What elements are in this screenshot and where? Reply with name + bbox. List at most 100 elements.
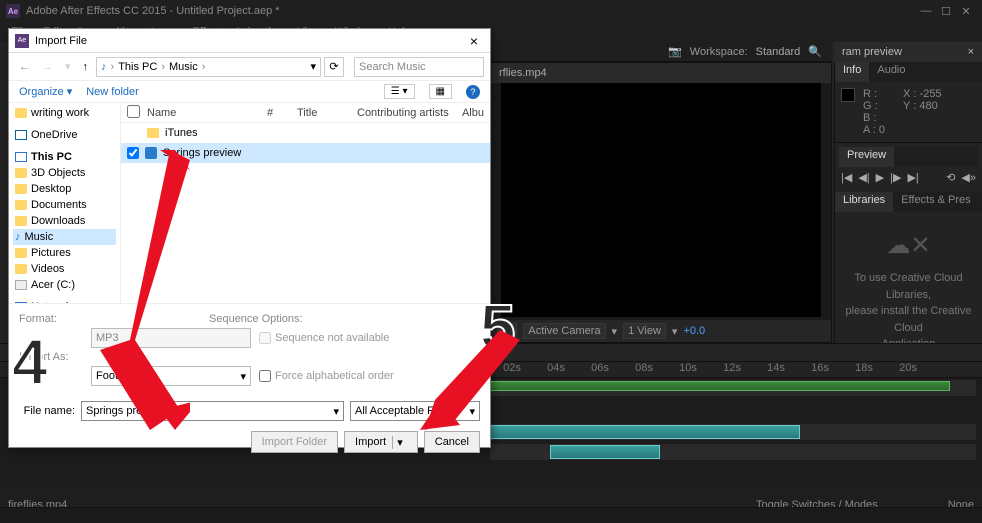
sidebar-item-desktop[interactable]: Desktop	[13, 181, 116, 197]
help-button[interactable]: ?	[466, 85, 480, 99]
import-folder-button[interactable]: Import Folder	[251, 431, 338, 453]
workspace-value[interactable]: Standard	[756, 46, 801, 58]
dialog-nav: ← → ▾ ↑ ♪ › This PC › Music › ▾ ⟳ Search…	[9, 53, 490, 81]
audio-icon	[145, 147, 157, 159]
sidebar-item-videos[interactable]: Videos	[13, 261, 116, 277]
sidebar-item-downloads[interactable]: Downloads	[13, 213, 116, 229]
ram-preview-tab[interactable]: ram preview ×	[834, 42, 982, 62]
forward-button[interactable]: →	[38, 61, 57, 73]
filename-row: File name: Springs preview▾ All Acceptab…	[9, 395, 490, 427]
cache-bar	[490, 381, 950, 391]
time-mark: 06s	[578, 362, 622, 377]
time-mark: 10s	[666, 362, 710, 377]
minimize-button[interactable]: —	[916, 5, 936, 17]
select-all-checkbox[interactable]	[127, 105, 140, 118]
back-button[interactable]: ←	[15, 61, 34, 73]
mute-button[interactable]: ◀»	[961, 171, 976, 184]
col-title[interactable]: Title	[291, 107, 351, 119]
view-mode-button[interactable]: ☰ ▾	[384, 84, 415, 99]
lib-msg-1: To use Creative Cloud Libraries,	[843, 270, 974, 303]
workspace-search-icon[interactable]: 🔍	[808, 45, 822, 58]
col-album[interactable]: Albu	[456, 107, 490, 119]
filename-input[interactable]: Springs preview▾	[81, 401, 344, 421]
list-item[interactable]: Springs preview	[121, 143, 490, 163]
cancel-button[interactable]: Cancel	[424, 431, 480, 453]
breadcrumb[interactable]: ♪ › This PC › Music › ▾	[96, 57, 321, 77]
sidebar-item-music[interactable]: ♪Music	[13, 229, 116, 245]
color-swatch	[841, 88, 855, 102]
maximize-button[interactable]: ☐	[936, 5, 956, 18]
time-mark: 08s	[622, 362, 666, 377]
folder-icon	[15, 200, 27, 210]
importas-dropdown[interactable]: Footage▾	[91, 366, 251, 386]
sidebar-item-documents[interactable]: Documents	[13, 197, 116, 213]
onedrive-icon	[15, 130, 27, 140]
ae-icon: Ae	[15, 34, 29, 48]
view-layout-dropdown[interactable]: 1 View	[623, 323, 666, 339]
loop-button[interactable]: ⟲	[946, 171, 955, 184]
snapshot-icon[interactable]: 📷	[668, 45, 682, 58]
ram-preview-close[interactable]: ×	[968, 46, 974, 58]
item-name: Springs preview	[163, 147, 241, 159]
tab-audio[interactable]: Audio	[869, 62, 913, 82]
crumb-pc[interactable]: This PC	[118, 61, 157, 73]
filetype-dropdown[interactable]: All Acceptable File▾	[350, 401, 480, 421]
tab-info[interactable]: Info	[835, 62, 869, 82]
item-checkbox[interactable]	[127, 147, 139, 159]
comp-tab[interactable]: rflies.mp4	[491, 63, 831, 83]
right-panel: Info Audio R : G : B : A : 0 X : -255 Y …	[834, 62, 982, 343]
sidebar-item-3d[interactable]: 3D Objects	[13, 165, 116, 181]
up-button[interactable]: ↑	[79, 61, 93, 73]
layer-bar[interactable]	[490, 425, 800, 439]
drive-icon	[15, 280, 27, 290]
recent-dropdown[interactable]: ▾	[61, 60, 75, 73]
preview-pane-button[interactable]: ▦	[429, 84, 452, 99]
tab-effects[interactable]: Effects & Pres	[893, 192, 979, 212]
sidebar-item-acer[interactable]: Acer (C:)	[13, 277, 116, 293]
first-frame-button[interactable]: |◀	[841, 171, 852, 184]
dialog-close-button[interactable]: ×	[464, 33, 484, 49]
force-alpha-checkbox[interactable]: Force alphabetical order	[259, 370, 394, 382]
sidebar-item-network[interactable]: Network	[13, 299, 116, 303]
cloud-sync-icon: ☁✕	[843, 228, 974, 264]
file-list: Name # Title Contributing artists Albu i…	[121, 103, 490, 303]
new-folder-button[interactable]: New folder	[86, 86, 139, 98]
viewer[interactable]	[501, 83, 821, 317]
close-button[interactable]: ✕	[956, 5, 976, 18]
chevron-down-icon[interactable]: ▾	[310, 60, 316, 73]
col-artists[interactable]: Contributing artists	[351, 107, 456, 119]
time-mark: 18s	[842, 362, 886, 377]
import-dropdown-icon[interactable]: ▾	[392, 436, 407, 449]
time-mark: 04s	[534, 362, 578, 377]
refresh-button[interactable]: ⟳	[324, 57, 344, 77]
search-input[interactable]: Search Music	[354, 57, 484, 77]
libraries-tabs: Libraries Effects & Pres	[835, 192, 982, 212]
crumb-music[interactable]: Music	[169, 61, 198, 73]
col-num[interactable]: #	[261, 107, 291, 119]
format-label: Format:	[19, 313, 83, 325]
seq-na-checkbox: Sequence not available	[259, 332, 389, 344]
organize-menu[interactable]: Organize ▾	[19, 85, 72, 98]
sidebar-item-pictures[interactable]: Pictures	[13, 245, 116, 261]
next-frame-button[interactable]: |▶	[890, 171, 901, 184]
tab-libraries[interactable]: Libraries	[835, 192, 893, 212]
zoom-value[interactable]: +0.0	[683, 325, 705, 337]
import-file-dialog: Ae Import File × ← → ▾ ↑ ♪ › This PC › M…	[8, 28, 491, 448]
list-header: Name # Title Contributing artists Albu	[121, 103, 490, 123]
layer-bar[interactable]	[550, 445, 660, 459]
sidebar-item-onedrive[interactable]: OneDrive	[13, 127, 116, 143]
sidebar-item-writing[interactable]: writing work	[13, 105, 116, 121]
sidebar-item-thispc[interactable]: This PC	[13, 149, 116, 165]
col-name[interactable]: Name	[141, 107, 261, 119]
list-item[interactable]: iTunes	[121, 123, 490, 143]
ae-icon: Ae	[6, 4, 20, 18]
prev-frame-button[interactable]: ◀|	[858, 171, 869, 184]
import-button[interactable]: Import▾	[344, 431, 418, 453]
active-camera-dropdown[interactable]: Active Camera	[523, 323, 605, 339]
play-button[interactable]: ▶	[876, 171, 884, 184]
format-field: MP3	[91, 328, 251, 348]
composition-panel: rflies.mp4 ▧ Active Camera ▾ 1 View ▾ +0…	[490, 62, 832, 343]
tab-preview[interactable]: Preview	[839, 147, 894, 167]
last-frame-button[interactable]: ▶|	[907, 171, 918, 184]
folder-icon	[15, 248, 27, 258]
